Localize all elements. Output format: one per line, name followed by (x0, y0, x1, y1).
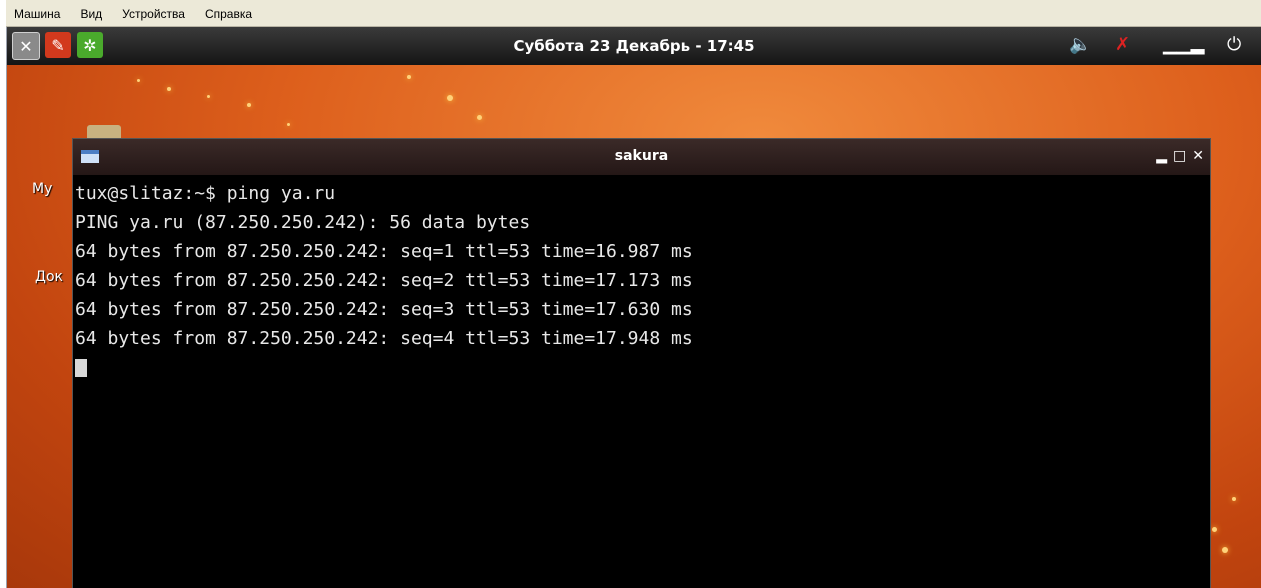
menu-devices[interactable]: Устройства (122, 8, 185, 20)
menu-help[interactable]: Справка (205, 8, 252, 20)
host-menubar: Машина Вид Устройства Справка (6, 0, 1261, 27)
terminal-cursor (75, 359, 87, 377)
wallpaper-sparkle (407, 75, 411, 79)
wallpaper-sparkle (247, 103, 251, 107)
window-titlebar[interactable]: sakura ▂ □ ✕ (73, 139, 1210, 175)
wallpaper-sparkle (1212, 527, 1217, 532)
host-window-border (0, 0, 7, 588)
wallpaper-sparkle (167, 87, 171, 91)
volume-icon[interactable]: 🔈 (1069, 34, 1091, 55)
terminal-window: sakura ▂ □ ✕ tux@slitaz:~$ ping ya.ru PI… (72, 138, 1211, 588)
wallpaper-sparkle (477, 115, 482, 120)
wallpaper-sparkle (287, 123, 290, 126)
wallpaper-sparkle (1232, 497, 1236, 501)
terminal-line: 64 bytes from 87.250.250.242: seq=2 ttl=… (75, 270, 693, 291)
terminal-line: 64 bytes from 87.250.250.242: seq=1 ttl=… (75, 241, 693, 262)
terminal-output[interactable]: tux@slitaz:~$ ping ya.ru PING ya.ru (87.… (75, 179, 1205, 579)
menu-machine[interactable]: Машина (14, 8, 60, 20)
network-disconnected-icon[interactable]: ✗ (1115, 34, 1130, 55)
guest-desktop: ✕ ✎ ✲ Суббота 23 Декабрь - 17:45 🔈 ✗ ▁▁▂… (7, 27, 1261, 588)
minimize-icon[interactable]: ▂ (1156, 148, 1167, 164)
wallpaper-sparkle (137, 79, 140, 82)
folder-icon[interactable] (87, 125, 121, 139)
desktop-label-my[interactable]: My (32, 181, 52, 197)
maximize-icon[interactable]: □ (1173, 148, 1186, 164)
terminal-prompt-line[interactable] (75, 353, 1205, 382)
wallpaper-sparkle (447, 95, 453, 101)
power-icon[interactable]: ⏻ (1227, 34, 1241, 55)
close-icon[interactable]: ✕ (1192, 148, 1204, 164)
cpu-monitor-icon[interactable]: ▁▁▂ (1163, 34, 1205, 55)
top-panel: ✕ ✎ ✲ Суббота 23 Декабрь - 17:45 🔈 ✗ ▁▁▂… (7, 27, 1261, 65)
terminal-line: 64 bytes from 87.250.250.242: seq=3 ttl=… (75, 299, 693, 320)
menu-view[interactable]: Вид (80, 8, 102, 20)
wallpaper-sparkle (1222, 547, 1228, 553)
terminal-line: tux@slitaz:~$ ping ya.ru (75, 183, 336, 204)
terminal-line: 64 bytes from 87.250.250.242: seq=4 ttl=… (75, 328, 693, 349)
terminal-line: PING ya.ru (87.250.250.242): 56 data byt… (75, 212, 531, 233)
desktop-label-docs[interactable]: Док (35, 269, 63, 285)
wallpaper-sparkle (207, 95, 210, 98)
window-title: sakura (614, 148, 669, 164)
